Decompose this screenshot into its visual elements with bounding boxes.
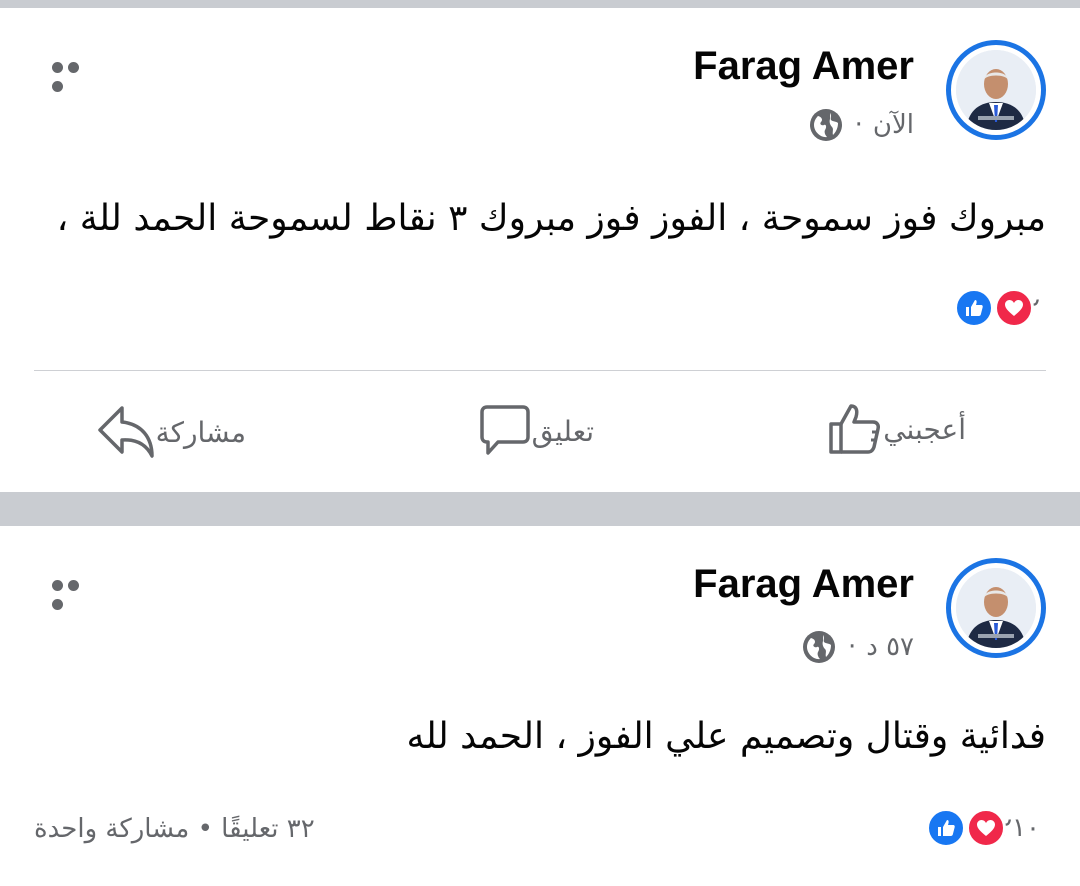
meta-separator: · <box>854 110 863 140</box>
like-reaction-icon <box>954 288 995 328</box>
share-button[interactable]: مشاركة <box>96 404 262 460</box>
love-reaction-icon <box>966 808 1007 848</box>
reactions-summary[interactable]: ٢ <box>954 288 1046 328</box>
like-reaction-icon <box>926 808 967 848</box>
feed-separator-top <box>0 0 1080 8</box>
avatar-photo <box>956 568 1036 648</box>
reactions-summary[interactable]: ٢١٠ <box>926 808 1046 848</box>
post-text: مبروك فوز سموحة ، الفوز فوز مبروك ٣ نقاط… <box>56 198 1046 239</box>
actions-divider <box>34 370 1046 371</box>
globe-icon <box>809 109 842 141</box>
share-label: مشاركة <box>155 415 246 449</box>
post-meta: ٥٧ د · <box>802 630 914 664</box>
comments-shares-summary[interactable]: ٣٢ تعليقًا • مشاركة واحدة <box>34 814 315 844</box>
avatar-photo <box>956 50 1036 130</box>
avatar[interactable] <box>946 40 1046 140</box>
author-name[interactable]: Farag Amer <box>693 44 914 89</box>
avatar[interactable] <box>946 558 1046 658</box>
more-options-icon[interactable] <box>52 58 98 92</box>
comment-button[interactable]: تعليق <box>476 404 610 458</box>
globe-icon <box>802 631 835 663</box>
post-meta: الآن · <box>809 108 914 142</box>
author-name[interactable]: Farag Amer <box>693 562 914 607</box>
post-card: Farag Amer ٥٧ د · فدائية وقتال وتصميم عل… <box>0 526 1080 886</box>
feed-separator <box>0 492 1080 526</box>
post-card: Farag Amer الآن · مبروك فوز سموحة ، الفو… <box>0 8 1080 492</box>
thumbs-up-icon <box>829 404 881 454</box>
love-reaction-icon <box>994 288 1035 328</box>
post-text: فدائية وقتال وتصميم علي الفوز ، الحمد لل… <box>406 716 1046 757</box>
comment-label: تعليق <box>531 414 594 448</box>
like-label: أعجبني <box>883 412 966 446</box>
like-button[interactable]: أعجبني <box>827 402 980 456</box>
post-time[interactable]: الآن <box>873 110 914 140</box>
meta-separator: · <box>847 632 857 662</box>
share-icon <box>97 406 154 458</box>
comment-icon <box>479 405 530 455</box>
more-options-icon[interactable] <box>52 576 98 610</box>
post-time[interactable]: ٥٧ د <box>866 632 914 662</box>
